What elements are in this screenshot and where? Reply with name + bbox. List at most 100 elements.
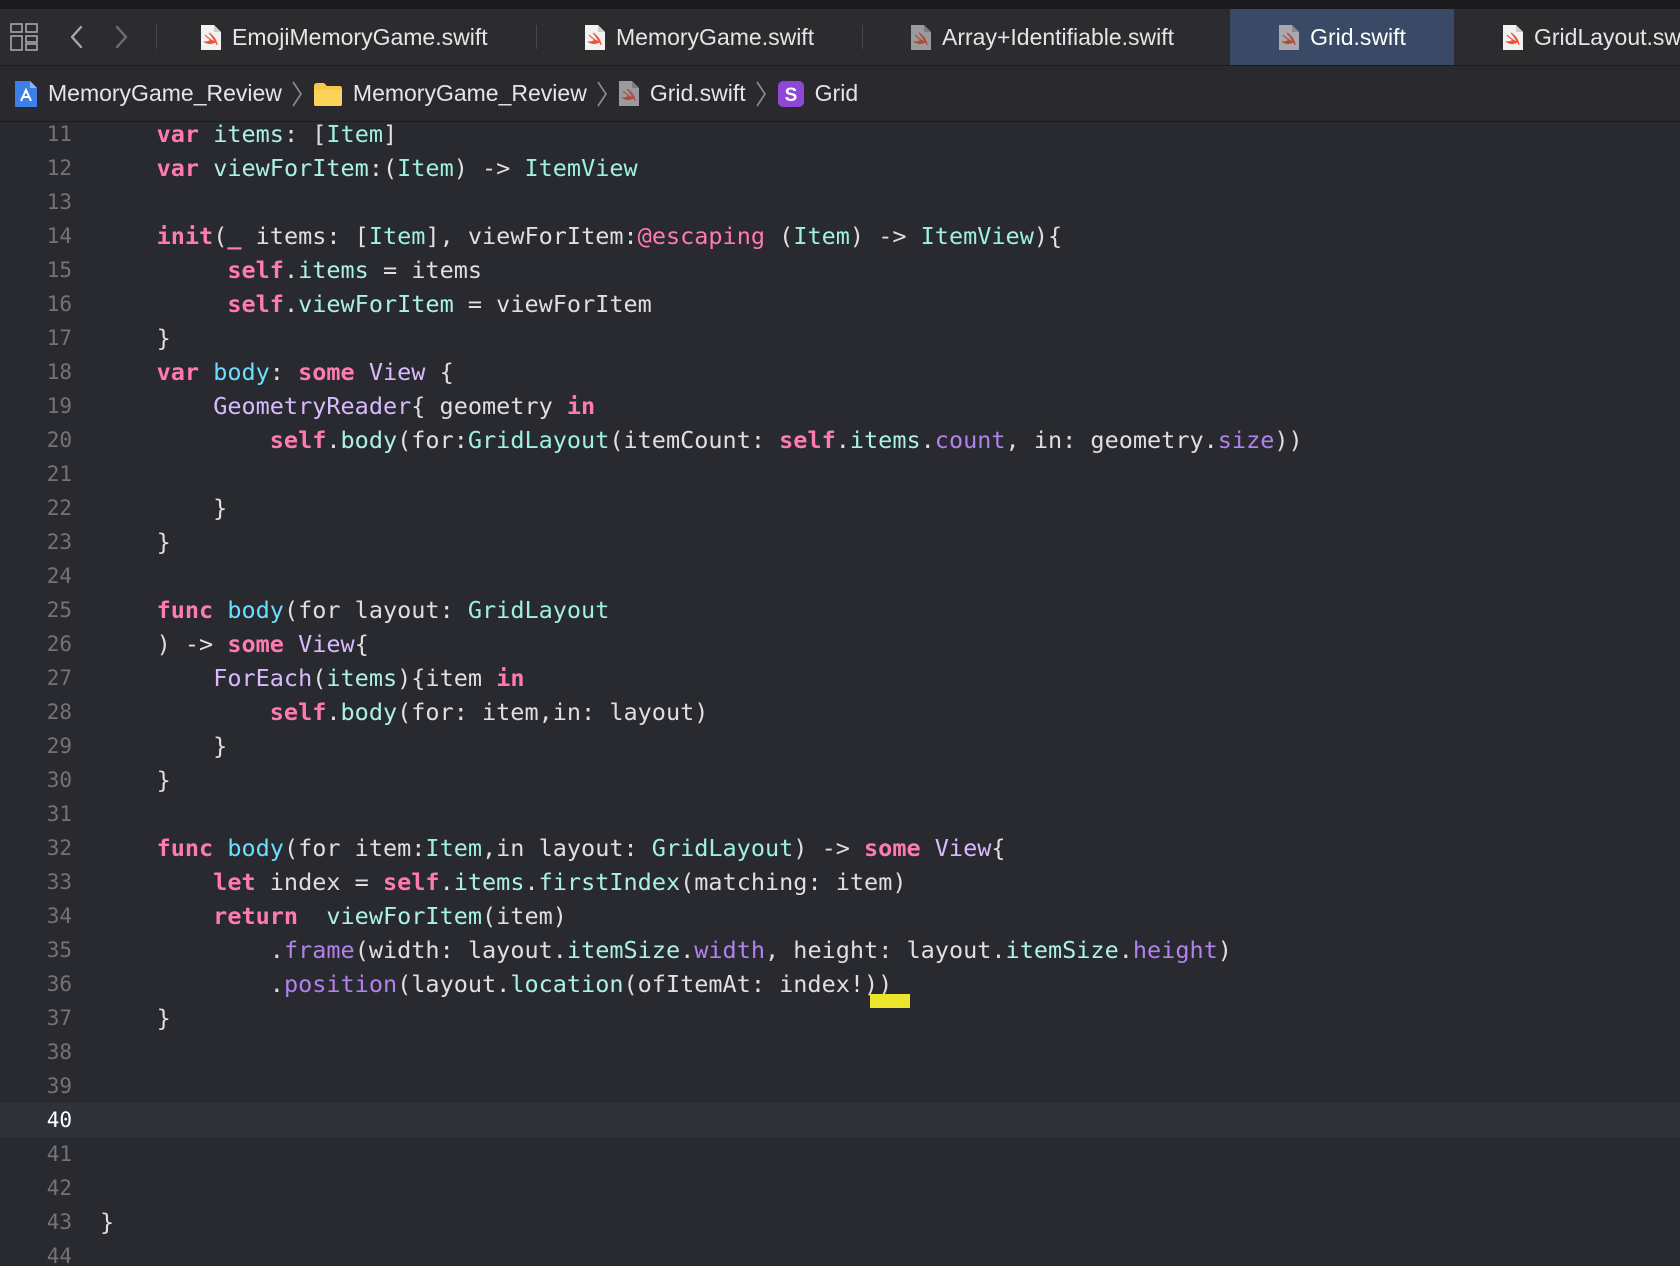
code-token: var bbox=[100, 154, 200, 182]
code-token: ] bbox=[383, 123, 398, 148]
code-line[interactable]: 23 } bbox=[0, 525, 1680, 559]
code-token: Item bbox=[793, 222, 850, 250]
code-line[interactable]: 13 bbox=[0, 185, 1680, 219]
code-token: (ofItemAt: index!)) bbox=[623, 970, 893, 998]
line-number: 40 bbox=[46, 1108, 72, 1132]
code-token: items bbox=[326, 664, 398, 692]
code-token: = viewForItem bbox=[453, 290, 652, 318]
code-line[interactable]: 44 bbox=[0, 1239, 1680, 1266]
tab-gridlayout[interactable]: GridLayout.sw bbox=[1502, 9, 1680, 65]
code-line[interactable]: 14 init(_ items: [Item], viewForItem:@es… bbox=[0, 219, 1680, 253]
code-text: } bbox=[100, 1001, 171, 1035]
line-number: 33 bbox=[46, 870, 72, 894]
breadcrumb-folder[interactable]: MemoryGame_Review bbox=[313, 80, 587, 107]
code-token: items bbox=[213, 123, 284, 148]
code-line[interactable]: 17 } bbox=[0, 321, 1680, 355]
code-line[interactable]: 33 let index = self.items.firstIndex(mat… bbox=[0, 865, 1680, 899]
code-line[interactable]: 20 self.body(for:GridLayout(itemCount: s… bbox=[0, 423, 1680, 457]
line-number: 16 bbox=[46, 292, 72, 316]
code-token: . bbox=[100, 970, 284, 998]
tab-emojimemorygame[interactable]: EmojiMemoryGame.swift bbox=[200, 9, 488, 65]
code-token: { bbox=[354, 630, 369, 658]
code-token: } bbox=[100, 494, 228, 522]
code-line[interactable]: 32 func body(for item:Item,in layout: Gr… bbox=[0, 831, 1680, 865]
line-number: 27 bbox=[46, 666, 72, 690]
struct-symbol-icon: S bbox=[777, 80, 804, 107]
line-number: 31 bbox=[46, 802, 72, 826]
forward-chevron-icon[interactable] bbox=[110, 23, 132, 51]
breadcrumb-project[interactable]: MemoryGame_Review bbox=[14, 80, 282, 108]
code-line[interactable]: 25 func body(for layout: GridLayout bbox=[0, 593, 1680, 627]
tab-array-identifiable[interactable]: Array+Identifiable.swift bbox=[910, 9, 1174, 65]
code-line[interactable]: 27 ForEach(items){item in bbox=[0, 661, 1680, 695]
code-line[interactable]: 29 } bbox=[0, 729, 1680, 763]
code-line[interactable]: 12 var viewForItem:(Item) -> ItemView bbox=[0, 151, 1680, 185]
code-token: )) bbox=[1274, 426, 1303, 454]
tab-grid-active[interactable]: Grid.swift bbox=[1230, 9, 1454, 65]
tab-separator bbox=[156, 25, 157, 49]
code-line[interactable]: 38 bbox=[0, 1035, 1680, 1069]
code-line[interactable]: 43} bbox=[0, 1205, 1680, 1239]
code-token: . bbox=[920, 426, 935, 454]
code-text: var viewForItem:(Item) -> ItemView bbox=[100, 151, 638, 185]
code-token: body bbox=[227, 834, 284, 862]
line-number: 20 bbox=[46, 428, 72, 452]
code-line[interactable]: 37 } bbox=[0, 1001, 1680, 1035]
code-token: . bbox=[326, 426, 341, 454]
code-text: ForEach(items){item in bbox=[100, 661, 524, 695]
code-line[interactable]: 21 bbox=[0, 457, 1680, 491]
code-token: Item bbox=[397, 154, 454, 182]
related-items-grid-icon[interactable] bbox=[10, 23, 38, 51]
line-number: 37 bbox=[46, 1006, 72, 1030]
back-chevron-icon[interactable] bbox=[66, 23, 88, 51]
line-number: 12 bbox=[46, 156, 72, 180]
code-line[interactable]: 31 bbox=[0, 797, 1680, 831]
code-line[interactable]: 30 } bbox=[0, 763, 1680, 797]
code-token: let bbox=[100, 868, 256, 896]
swift-file-icon bbox=[1503, 24, 1523, 50]
code-token: } bbox=[100, 766, 171, 794]
code-line[interactable]: 39 bbox=[0, 1069, 1680, 1103]
tab-memorygame[interactable]: MemoryGame.swift bbox=[584, 9, 814, 65]
code-line[interactable]: 16 self.viewForItem = viewForItem bbox=[0, 287, 1680, 321]
code-token: = items bbox=[368, 256, 483, 284]
line-number: 29 bbox=[46, 734, 72, 758]
code-token: var bbox=[100, 358, 200, 386]
code-token: some bbox=[864, 834, 921, 862]
code-token: return bbox=[100, 902, 299, 930]
code-line[interactable]: 24 bbox=[0, 559, 1680, 593]
code-line[interactable]: 18 var body: some View { bbox=[0, 355, 1680, 389]
code-token: (for layout: bbox=[283, 596, 468, 624]
code-line[interactable]: 36 .position(layout.location(ofItemAt: i… bbox=[0, 967, 1680, 1008]
code-token: itemSize bbox=[566, 936, 681, 964]
code-token: index = bbox=[255, 868, 383, 896]
code-line[interactable]: 35 .frame(width: layout.itemSize.width, … bbox=[0, 933, 1680, 967]
breadcrumb-file[interactable]: Grid.swift bbox=[618, 80, 746, 107]
code-token: . bbox=[680, 936, 695, 964]
code-token: View bbox=[368, 358, 426, 386]
code-editor[interactable]: 11 var items: [Item] 12 var viewForItem:(… bbox=[0, 123, 1680, 1266]
code-token: ,in layout: bbox=[482, 834, 652, 862]
code-line[interactable]: 41 bbox=[0, 1137, 1680, 1171]
code-token: ) -> bbox=[793, 834, 865, 862]
line-number: 30 bbox=[46, 768, 72, 792]
code-token: } bbox=[100, 1004, 171, 1032]
code-text: } bbox=[100, 729, 227, 763]
line-number: 23 bbox=[46, 530, 72, 554]
code-line[interactable]: 34 return viewForItem(item) bbox=[0, 899, 1680, 933]
code-line[interactable]: 28 self.body(for: item,in: layout) bbox=[0, 695, 1680, 729]
code-token: . bbox=[100, 936, 284, 964]
breadcrumb-label: Grid bbox=[814, 80, 859, 106]
code-line[interactable]: 11 var items: [Item] bbox=[0, 123, 1680, 151]
code-line[interactable]: 15 self.items = items bbox=[0, 253, 1680, 287]
code-line[interactable]: 19 GeometryReader{ geometry in bbox=[0, 389, 1680, 423]
breadcrumb-label: MemoryGame_Review bbox=[352, 80, 587, 106]
code-line[interactable]: 40 bbox=[0, 1103, 1680, 1137]
code-line[interactable]: 22 } bbox=[0, 491, 1680, 525]
code-line[interactable]: 26 ) -> some View{ bbox=[0, 627, 1680, 661]
line-number: 43 bbox=[46, 1210, 72, 1234]
breadcrumb-symbol[interactable]: S Grid bbox=[777, 80, 858, 108]
code-token: Item bbox=[326, 123, 383, 148]
code-line[interactable]: 42 bbox=[0, 1171, 1680, 1205]
